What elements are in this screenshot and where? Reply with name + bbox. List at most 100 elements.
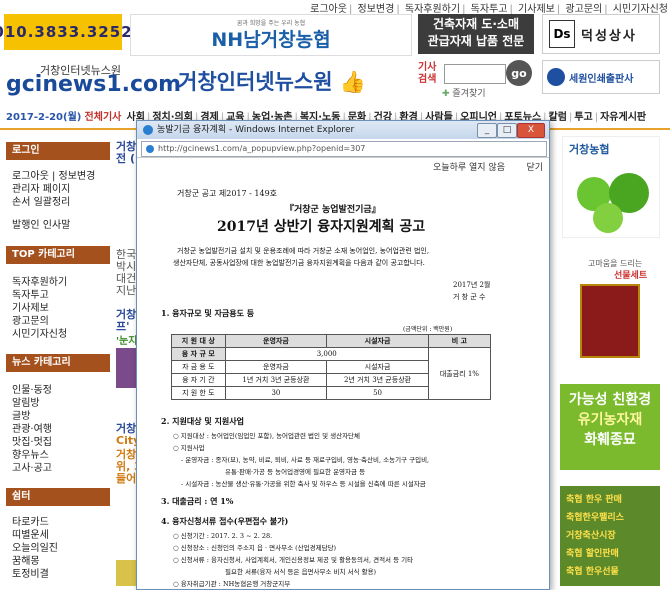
building-line1: 건축자재 도·소매 bbox=[432, 17, 520, 31]
seiwon-logo-icon bbox=[547, 68, 565, 86]
right-ad-livestock[interactable]: 축협 한우 판매 축협한우팰리스 거창축산시장 축협 할인판매 축협 한우선물 bbox=[560, 486, 660, 586]
sidebar-community-head: 쉼터 bbox=[6, 488, 110, 506]
peek-headline-10[interactable]: 들어 bbox=[116, 470, 136, 486]
sidebar-item-reporter[interactable]: 시민기자신청 bbox=[12, 328, 104, 341]
section-4-place: ○ 신청장소 : 신청인의 주소지 읍 · 면사무소 (산업경제담당) bbox=[173, 544, 337, 552]
sidebar-item-hometown[interactable]: 향우뉴스 bbox=[12, 449, 104, 462]
popup-titlebar[interactable]: 농발기금 융자계획 - Windows Internet Explorer _ … bbox=[137, 121, 549, 139]
sidebar-item-cleanup[interactable]: 손서 일괄정리 bbox=[12, 196, 104, 209]
table-cell: 대출금리 1% bbox=[427, 347, 492, 400]
table-cell: 50 bbox=[326, 386, 429, 400]
sidebar-item-announce[interactable]: 고사·공고 bbox=[12, 462, 104, 475]
sidebar-item-report[interactable]: 기사제보 bbox=[12, 302, 104, 315]
amount-unit: (금액단위 : 백만원) bbox=[403, 326, 453, 333]
nh-banner[interactable]: 꿈과 희망을 주는 우리 농협 NH남거창농협 bbox=[130, 14, 412, 56]
ie-icon bbox=[143, 124, 153, 135]
phone-banner[interactable]: 010.3833.3252 bbox=[0, 14, 132, 50]
site-title-text: 거창인터넷뉴스원 bbox=[178, 70, 333, 94]
sidebar-item-contribute[interactable]: 독자투고 bbox=[12, 289, 104, 302]
popup-body: 오늘하루 열지 않음 닫기 거창군 공고 제2017 - 149호 『거창군 농… bbox=[137, 157, 549, 589]
table-header: 시설자금 bbox=[326, 334, 429, 348]
apple-icon bbox=[593, 203, 623, 233]
sidebar-item-daily[interactable]: 오늘의일진 bbox=[12, 542, 104, 555]
right-ad-livestock-line2: 축협한우팰리스 bbox=[566, 513, 624, 523]
category-all[interactable]: 전체기사 bbox=[85, 112, 122, 123]
sidebar-item-ad[interactable]: 광고문의 bbox=[12, 315, 104, 328]
right-ad-gift[interactable]: 고마움을 드리는 선물세트 bbox=[562, 254, 658, 364]
section-3-title: 3. 대출금리 : 연 1% bbox=[161, 496, 234, 506]
peek-photo-2 bbox=[116, 560, 136, 586]
seiwon-name: 세원인쇄출판사 bbox=[569, 73, 634, 85]
table-row: 융 자 규 모 3,000 대출금리 1% bbox=[171, 347, 492, 400]
peek-text-4: 지난 bbox=[116, 284, 137, 297]
sidebar-item-writing[interactable]: 글방 bbox=[12, 410, 104, 423]
close-button[interactable]: X bbox=[517, 123, 545, 138]
table-header: 비 고 bbox=[427, 334, 492, 348]
sidebar-item-travel[interactable]: 관광·여행 bbox=[12, 423, 104, 436]
notice-subtitle: 『거창군 농업발전기금』 bbox=[285, 205, 381, 215]
sidebar-login-list: 로그아웃 | 정보변경 관리자 페이지 손서 일괄정리 발행인 인사말 bbox=[12, 170, 104, 232]
right-ad-nh-title: 거창농협 bbox=[569, 143, 610, 156]
no-show-today-link[interactable]: 오늘하루 열지 않음 bbox=[433, 160, 505, 173]
building-line2: 관급자재 납품 전문 bbox=[427, 34, 525, 48]
sidebar-item-admin[interactable]: 관리자 페이지 bbox=[12, 183, 104, 196]
category-item[interactable]: 투고 bbox=[572, 112, 594, 123]
search-label: 기사검색 bbox=[418, 62, 437, 85]
section-2-projects: ○ 지원사업 bbox=[173, 444, 205, 452]
table-cell: 1년 거치 3년 균등상환 bbox=[224, 373, 328, 387]
section-1-title: 1. 융자규모 및 자금용도 등 bbox=[161, 308, 255, 318]
section-2-target: ○ 지원대상 : 농어업인(임업인 포함), 농어업관련 법인 및 생산자단체 bbox=[173, 432, 361, 440]
section-4-bank: ○ 융자취급기관 : NH농협은행 거창군지부 bbox=[173, 580, 291, 588]
table-cell: 융 자 기 간 bbox=[171, 373, 226, 387]
table-cell: 30 bbox=[224, 386, 328, 400]
section-2-operating-2: 유통·판매·가공 등 농어업경영에 필요한 운영자금 등 bbox=[225, 468, 366, 476]
table-cell: 3,000 bbox=[224, 347, 429, 361]
ds-banner[interactable]: Ds 덕성상사 bbox=[542, 14, 660, 54]
peek-headline-5[interactable]: '눈지 bbox=[116, 332, 137, 347]
right-ad-eco[interactable]: 가능성 친환경 유기농자재 화훼종묘 bbox=[560, 384, 660, 470]
right-ad-nh[interactable]: 거창농협 bbox=[562, 136, 660, 238]
sidebar-item-food[interactable]: 맛집·멋집 bbox=[12, 436, 104, 449]
sidebar-item-tarot[interactable]: 타로카드 bbox=[12, 516, 104, 529]
popup-close-link[interactable]: 닫기 bbox=[526, 160, 543, 173]
sidebar-item-notice[interactable]: 알림방 bbox=[12, 397, 104, 410]
popup-window: 농발기금 융자계획 - Windows Internet Explorer _ … bbox=[136, 120, 550, 590]
thumbs-up-icon: 👍 bbox=[339, 70, 367, 94]
ds-name: 덕성상사 bbox=[581, 28, 637, 44]
minimize-button[interactable]: _ bbox=[477, 123, 497, 138]
sidebar-item-people[interactable]: 인물·동정 bbox=[12, 384, 104, 397]
table-header-row: 지 원 대 상 운영자금 시설자금 비 고 bbox=[171, 334, 492, 348]
table-cell: 지 원 한 도 bbox=[171, 386, 226, 400]
bookmark-link[interactable]: ✚ 즐겨찾기 bbox=[442, 86, 486, 99]
current-date: 2017-2-20(월) bbox=[6, 112, 82, 123]
site-title[interactable]: 거창인터넷뉴스원 👍 bbox=[178, 66, 366, 96]
section-2-title: 2. 지원대상 및 지원사업 bbox=[161, 416, 244, 426]
search-button[interactable]: go bbox=[506, 60, 532, 86]
notice-document: 거창군 공고 제2017 - 149호 『거창군 농업발전기금』 2017년 상… bbox=[147, 176, 527, 588]
right-ad-gift-line2: 선물세트 bbox=[614, 271, 648, 281]
sidebar-news-head: 뉴스 카테고리 bbox=[6, 354, 110, 372]
notice-number: 거창군 공고 제2017 - 149호 bbox=[177, 189, 278, 198]
section-2-operating-1: - 운영자금 : 종자(묘), 농약, 비료, 퇴비, 사료 등 재료구입비, … bbox=[181, 456, 430, 464]
peek-headline-2[interactable]: 전 ( bbox=[116, 150, 135, 166]
table-cell: 융 자 규 모 bbox=[171, 347, 226, 361]
search-input[interactable] bbox=[444, 64, 506, 84]
sidebar-item-zodiac[interactable]: 띠별운세 bbox=[12, 529, 104, 542]
site-logo[interactable]: gcinews1.com bbox=[6, 72, 181, 97]
sidebar-item-greeting[interactable]: 발행인 인사말 bbox=[12, 219, 104, 232]
building-banner[interactable]: 건축자재 도·소매 관급자재 납품 전문 bbox=[418, 14, 534, 54]
popup-address-bar[interactable]: http://gcinews1.com/a_popupview.php?open… bbox=[141, 141, 547, 157]
sidebar-item-donate[interactable]: 독자후원하기 bbox=[12, 276, 104, 289]
sidebar-item-logout[interactable]: 로그아웃 | 정보변경 bbox=[12, 170, 104, 183]
sidebar-top-head: TOP 카테고리 bbox=[6, 246, 110, 264]
nh-slogan: 꿈과 희망을 주는 우리 농협 bbox=[236, 20, 306, 27]
notice-date: 2017년 2월 bbox=[453, 281, 491, 289]
category-item[interactable]: 자유게시판 bbox=[598, 112, 648, 123]
maximize-button[interactable]: □ bbox=[497, 123, 517, 138]
seiwon-banner[interactable]: 세원인쇄출판사 bbox=[542, 60, 660, 94]
sidebar-item-dream[interactable]: 꿈해몽 bbox=[12, 555, 104, 568]
right-ad-eco-line1: 가능성 친환경 bbox=[568, 392, 652, 408]
sidebar-community-list: 타로카드 띠별운세 오늘의일진 꿈해몽 토정비결 bbox=[12, 516, 104, 581]
sidebar-item-tojeong[interactable]: 토정비결 bbox=[12, 568, 104, 581]
right-ad-livestock-line5: 축협 한우선물 bbox=[566, 567, 619, 577]
